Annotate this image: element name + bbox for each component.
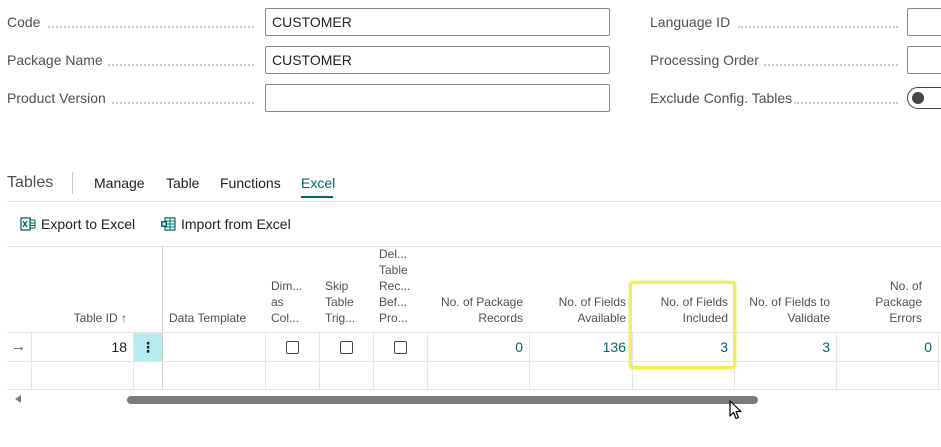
package-name-dots (108, 64, 254, 66)
dim-as-columns-checkbox[interactable] (286, 341, 299, 354)
skip-table-triggers-checkbox[interactable] (340, 341, 353, 354)
excel-import-icon (161, 217, 176, 231)
processing-order-label: Processing Order (650, 52, 759, 68)
product-version-label: Product Version (7, 90, 106, 106)
row-divider (7, 361, 941, 362)
header-no-package-records[interactable]: No. of Package Records (427, 246, 529, 332)
tab-functions[interactable]: Functions (220, 175, 281, 191)
code-field[interactable] (265, 8, 610, 36)
import-from-excel-label: Import from Excel (181, 216, 291, 232)
import-from-excel-button[interactable]: Import from Excel (160, 216, 291, 232)
header-no-fields-to-validate[interactable]: No. of Fields to Validate (734, 246, 836, 332)
highlight-box (629, 281, 736, 369)
no-package-records-cell[interactable]: 0 (427, 333, 529, 361)
excel-export-icon (20, 217, 36, 231)
tables-title: Tables (7, 174, 54, 191)
package-name-label: Package Name (7, 52, 103, 68)
scroll-left-arrow-icon[interactable] (15, 395, 21, 403)
tab-manage[interactable]: Manage (94, 175, 145, 191)
header-no-package-errors[interactable]: No. of Package Errors (836, 246, 928, 332)
code-dots (48, 26, 254, 28)
title-separator (72, 172, 73, 194)
no-fields-to-validate-cell[interactable]: 3 (734, 333, 836, 361)
no-package-errors-cell[interactable]: 0 (836, 333, 938, 361)
header-delete-table-records[interactable]: Del... Table Rec... Bef... Pro... (373, 246, 427, 332)
active-tab-indicator (301, 196, 333, 198)
tab-table[interactable]: Table (166, 175, 199, 191)
no-fields-available-cell[interactable]: 136 (529, 333, 632, 361)
row-divider (7, 389, 941, 390)
toggle-knob (912, 92, 924, 104)
actionbar-divider (7, 201, 941, 202)
exclude-config-dots (794, 102, 898, 104)
header-table-id[interactable]: Table ID ↑ (31, 246, 133, 332)
language-id-label: Language ID (650, 14, 731, 30)
product-version-dots (112, 102, 254, 104)
delete-table-records-checkbox[interactable] (394, 341, 407, 354)
header-data-template[interactable]: Data Template (163, 246, 265, 332)
row-indicator-arrow[interactable]: → (7, 333, 31, 361)
row-menu-button[interactable]: ⋮ (134, 333, 162, 361)
code-label: Code (7, 14, 41, 30)
language-id-dots (738, 26, 898, 28)
header-no-fields-available[interactable]: No. of Fields Available (529, 246, 632, 332)
table-id-cell[interactable]: 18 (31, 333, 133, 361)
exclude-config-toggle[interactable] (907, 87, 941, 109)
data-template-cell[interactable] (163, 333, 265, 361)
processing-order-dots (764, 64, 898, 66)
frozen-divider (162, 246, 163, 390)
mouse-cursor-icon (729, 400, 742, 420)
package-name-field[interactable] (265, 46, 610, 74)
language-id-field[interactable] (907, 8, 941, 36)
header-dim-as-columns[interactable]: Dim... as Col... (265, 246, 319, 332)
processing-order-field[interactable] (907, 46, 941, 74)
product-version-field[interactable] (265, 84, 610, 112)
export-to-excel-label: Export to Excel (41, 216, 136, 232)
scrollbar-thumb[interactable] (127, 396, 758, 404)
tables-grid: Table ID ↑ Data Template Dim... as Col..… (7, 246, 941, 390)
exclude-config-label: Exclude Config. Tables (650, 90, 793, 106)
export-to-excel-button[interactable]: Export to Excel (20, 216, 135, 232)
tab-excel[interactable]: Excel (301, 175, 335, 191)
header-skip-table-triggers[interactable]: Skip Table Trig... (319, 246, 373, 332)
